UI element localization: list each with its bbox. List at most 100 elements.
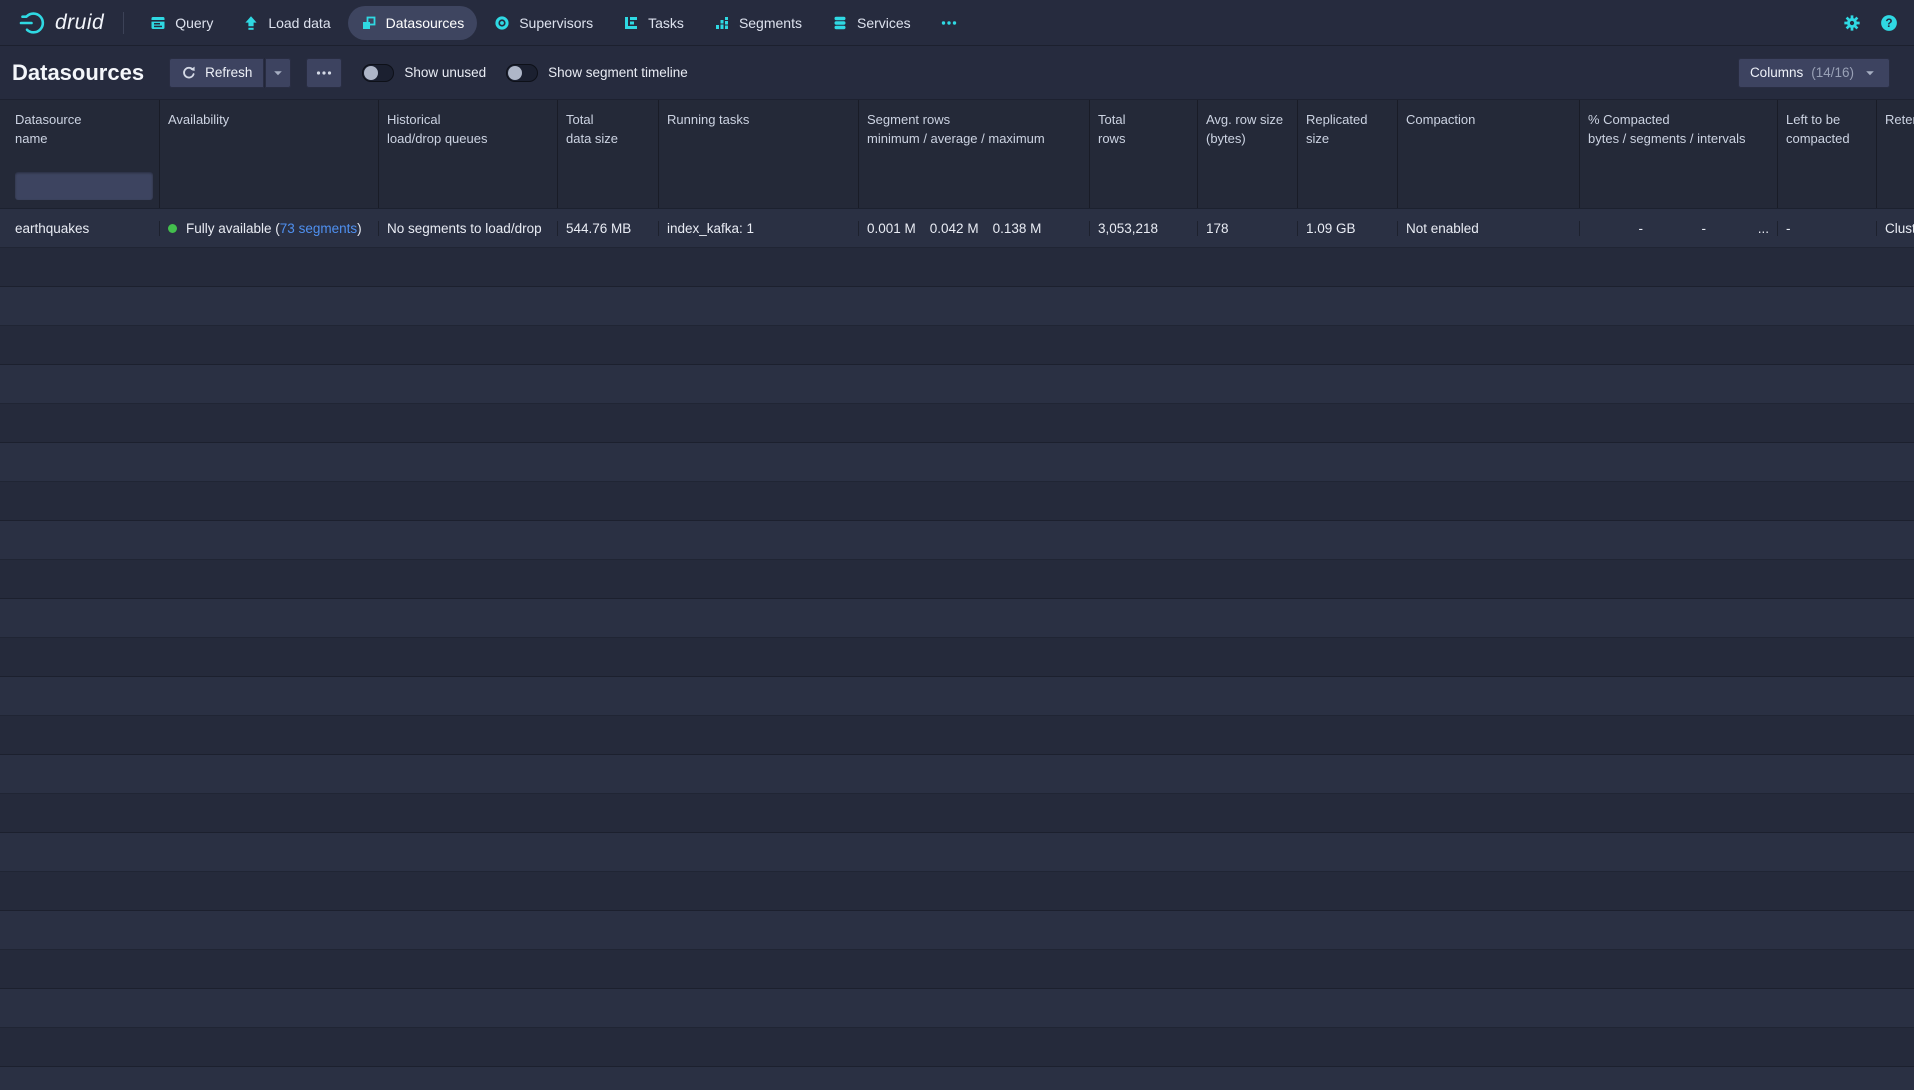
- nav-item-supervisors[interactable]: Supervisors: [481, 6, 606, 40]
- nav-item-query[interactable]: Query: [137, 6, 226, 40]
- nav-item-label: Tasks: [648, 15, 684, 31]
- empty-rows: [0, 248, 1914, 1090]
- segment-rows-min: 0.001 M: [867, 221, 916, 236]
- nav-item-load-data[interactable]: Load data: [230, 6, 343, 40]
- segments-link[interactable]: 73 segments: [280, 221, 357, 236]
- column-header-line: Left to be: [1786, 110, 1876, 129]
- cell-datasource-name[interactable]: earthquakes: [0, 221, 160, 236]
- top-nav-bar: druid Query Load data Datasources Superviso…: [0, 0, 1914, 46]
- table-row[interactable]: earthquakes Fully available ( 73 segment…: [0, 209, 1914, 248]
- filter-cell: [1090, 162, 1198, 208]
- column-header-retention[interactable]: Retention: [1877, 100, 1914, 162]
- column-header-left-to-be-compacted[interactable]: Left to becompacted: [1778, 100, 1877, 162]
- columns-label: Columns: [1750, 65, 1803, 80]
- column-header-total-data-size[interactable]: Totaldata size: [558, 100, 659, 162]
- filter-cell: [1580, 162, 1778, 208]
- column-header-datasource-name[interactable]: Datasourcename: [0, 100, 160, 162]
- toggle-track: [362, 64, 394, 82]
- column-header-line: minimum / average / maximum: [867, 129, 1089, 148]
- column-header-total-rows[interactable]: Totalrows: [1090, 100, 1198, 162]
- empty-table-row: [0, 365, 1914, 404]
- empty-table-row: [0, 482, 1914, 521]
- nav-item-datasources[interactable]: Datasources: [348, 6, 478, 40]
- load-data-icon: [243, 15, 259, 31]
- compacted-bytes: -: [1588, 221, 1651, 236]
- availability-suffix: ): [357, 221, 362, 236]
- more-icon: [941, 15, 957, 31]
- nav-item-segments[interactable]: Segments: [701, 6, 815, 40]
- refresh-button[interactable]: Refresh: [169, 58, 264, 88]
- nav-item-label: Segments: [739, 15, 802, 31]
- column-header--compacted-bytes-segments-intervals[interactable]: % Compactedbytes / segments / intervals: [1580, 100, 1778, 162]
- chevron-down-icon: [1862, 65, 1878, 81]
- show-unused-label: Show unused: [404, 65, 486, 80]
- column-header-line: bytes / segments / intervals: [1588, 129, 1777, 148]
- page-title: Datasources: [12, 60, 144, 86]
- help-icon[interactable]: ?: [1880, 14, 1898, 32]
- empty-table-row: [0, 638, 1914, 677]
- datasource-name-filter-input[interactable]: [15, 172, 153, 200]
- column-header-availability[interactable]: Availability: [160, 100, 379, 162]
- view-header: Datasources Refresh Show unused Show seg…: [0, 46, 1914, 100]
- nav-item-label: Load data: [268, 15, 330, 31]
- show-unused-toggle[interactable]: Show unused: [362, 64, 486, 82]
- column-header-line: Running tasks: [667, 110, 858, 129]
- more-actions-button[interactable]: [306, 58, 342, 88]
- empty-table-row: [0, 560, 1914, 599]
- column-header-replicated-size[interactable]: Replicatedsize: [1298, 100, 1398, 162]
- show-segment-timeline-label: Show segment timeline: [548, 65, 688, 80]
- empty-table-row: [0, 833, 1914, 872]
- column-header-line: Total: [566, 110, 658, 129]
- services-icon: [832, 15, 848, 31]
- empty-table-row: [0, 521, 1914, 560]
- empty-table-row: [0, 755, 1914, 794]
- filter-cell: [379, 162, 558, 208]
- chevron-down-icon: [270, 65, 286, 81]
- columns-button[interactable]: Columns (14/16): [1738, 58, 1890, 88]
- column-header-line: compacted: [1786, 129, 1876, 148]
- column-header-line: Historical: [387, 110, 557, 129]
- column-header-line: Datasource: [15, 110, 159, 129]
- column-header-line: rows: [1098, 129, 1197, 148]
- column-header-line: Segment rows: [867, 110, 1089, 129]
- empty-table-row: [0, 599, 1914, 638]
- settings-gear-icon[interactable]: [1843, 14, 1861, 32]
- column-header-compaction[interactable]: Compaction: [1398, 100, 1580, 162]
- segment-rows-avg: 0.042 M: [930, 221, 979, 236]
- column-header-line: Avg. row size: [1206, 110, 1297, 129]
- column-header-segment-rows-minimum-average-maximum[interactable]: Segment rowsminimum / average / maximum: [859, 100, 1090, 162]
- column-header-line: size: [1306, 129, 1397, 148]
- cell-retention[interactable]: Cluster default: [1877, 221, 1914, 236]
- cell-replicated-size: 1.09 GB: [1298, 221, 1398, 236]
- show-segment-timeline-toggle[interactable]: Show segment timeline: [506, 64, 688, 82]
- column-header-avg-row-size-bytes-[interactable]: Avg. row size(bytes): [1198, 100, 1298, 162]
- table-header-row: DatasourcenameAvailabilityHistoricalload…: [0, 100, 1914, 162]
- column-header-line: Total: [1098, 110, 1197, 129]
- filter-cell: [1198, 162, 1298, 208]
- refresh-interval-dropdown[interactable]: [264, 58, 291, 88]
- column-header-running-tasks[interactable]: Running tasks: [659, 100, 859, 162]
- nav-item-services[interactable]: Services: [819, 6, 924, 40]
- filter-cell: [1298, 162, 1398, 208]
- query-icon: [150, 15, 166, 31]
- empty-table-row: [0, 872, 1914, 911]
- nav-item-more[interactable]: [928, 6, 970, 40]
- column-header-line: name: [15, 129, 159, 148]
- status-dot: [168, 224, 177, 233]
- druid-logo[interactable]: druid: [12, 8, 110, 38]
- segment-rows-max: 0.138 M: [993, 221, 1042, 236]
- column-header-line: Retention: [1885, 110, 1914, 129]
- empty-table-row: [0, 1067, 1914, 1090]
- cell-segment-rows: 0.001 M 0.042 M 0.138 M: [859, 221, 1090, 236]
- filter-cell: [558, 162, 659, 208]
- datasources-icon: [361, 15, 377, 31]
- refresh-icon: [181, 65, 197, 81]
- nav-item-tasks[interactable]: Tasks: [610, 6, 697, 40]
- refresh-label: Refresh: [205, 65, 252, 80]
- more-icon: [316, 65, 332, 81]
- compacted-intervals: ...: [1714, 221, 1777, 236]
- nav-item-label: Datasources: [386, 15, 465, 31]
- datasources-table: DatasourcenameAvailabilityHistoricalload…: [0, 100, 1914, 1090]
- column-header-historical-load-drop-queues[interactable]: Historicalload/drop queues: [379, 100, 558, 162]
- nav-divider: [123, 12, 124, 34]
